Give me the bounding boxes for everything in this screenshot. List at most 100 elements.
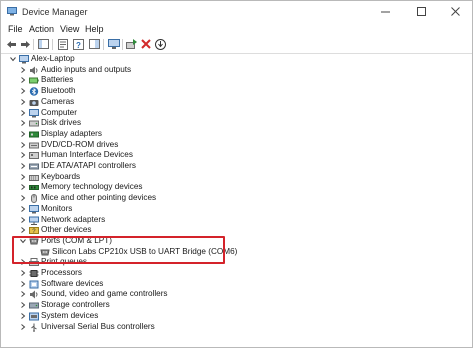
tree-category-row[interactable]: Batteries bbox=[1, 75, 472, 86]
battery-icon bbox=[29, 77, 39, 84]
tree-category-row[interactable]: Human Interface Devices bbox=[1, 150, 472, 161]
vertical-scrollbar[interactable] bbox=[461, 54, 470, 339]
tree-category-row[interactable]: System devices bbox=[1, 311, 472, 322]
menu-action[interactable]: Action bbox=[29, 24, 54, 34]
computer-icon bbox=[19, 55, 29, 64]
menu-view[interactable]: View bbox=[60, 24, 79, 34]
tree-category-label: Batteries bbox=[41, 75, 74, 85]
expand-chevron-icon[interactable] bbox=[20, 184, 26, 191]
show-hide-console-tree-button[interactable] bbox=[37, 38, 49, 50]
highlight-annotation-box bbox=[12, 236, 225, 264]
window-title: Device Manager bbox=[22, 7, 88, 17]
disable-device-button[interactable] bbox=[140, 38, 152, 50]
tree-category-row[interactable]: Sound, video and game controllers bbox=[1, 289, 472, 300]
expand-chevron-icon[interactable] bbox=[20, 109, 26, 116]
monitor-icon bbox=[108, 38, 120, 49]
device-manager-app-icon bbox=[7, 7, 17, 16]
tree-category-row[interactable]: Keyboards bbox=[1, 172, 472, 183]
expand-chevron-icon[interactable] bbox=[20, 88, 26, 94]
collapse-chevron-icon[interactable] bbox=[10, 56, 16, 62]
expand-chevron-icon[interactable] bbox=[20, 163, 26, 169]
properties-button[interactable] bbox=[57, 38, 69, 50]
tree-category-row[interactable]: Universal Serial Bus controllers bbox=[1, 322, 472, 333]
tree-category-row[interactable]: Processors bbox=[1, 268, 472, 279]
expand-chevron-icon[interactable] bbox=[20, 120, 26, 127]
tree-category-row[interactable]: Display adapters bbox=[1, 129, 472, 140]
expand-chevron-icon[interactable] bbox=[20, 270, 26, 276]
tree-category-row[interactable]: Software devices bbox=[1, 279, 472, 290]
expand-chevron-icon[interactable] bbox=[20, 141, 26, 148]
bluetooth-icon bbox=[29, 87, 39, 96]
tree-category-label: Sound, video and game controllers bbox=[41, 289, 168, 299]
device-manager-window: Device Manager File Action View Help ? A… bbox=[0, 0, 473, 348]
expand-chevron-icon[interactable] bbox=[20, 173, 26, 180]
tree-category-row[interactable]: Computer bbox=[1, 108, 472, 119]
monitor-button[interactable] bbox=[108, 38, 120, 50]
expand-chevron-icon[interactable] bbox=[20, 312, 26, 319]
tree-category-label: Keyboards bbox=[41, 171, 81, 181]
tree-category-row[interactable]: Audio inputs and outputs bbox=[1, 65, 472, 76]
usb-icon bbox=[31, 323, 37, 332]
expand-chevron-icon[interactable] bbox=[20, 77, 26, 84]
back-icon bbox=[6, 40, 16, 48]
expand-chevron-icon[interactable] bbox=[20, 323, 26, 330]
display-adapter-icon bbox=[29, 131, 39, 138]
expand-chevron-icon[interactable] bbox=[20, 131, 26, 137]
horizontal-scrollbar[interactable] bbox=[1, 337, 472, 347]
expand-chevron-icon[interactable] bbox=[20, 152, 26, 159]
menu-bar: File Action View Help bbox=[1, 23, 472, 37]
update-driver-button[interactable] bbox=[126, 38, 138, 50]
toolbar-separator bbox=[33, 39, 34, 50]
help-button[interactable]: ? bbox=[72, 38, 84, 50]
minimize-icon bbox=[381, 11, 390, 13]
maximize-button[interactable] bbox=[408, 1, 436, 23]
close-button[interactable] bbox=[442, 1, 470, 23]
tree-category-row[interactable]: Cameras bbox=[1, 97, 472, 108]
forward-button[interactable] bbox=[19, 38, 31, 50]
action-pane-button[interactable] bbox=[88, 38, 100, 50]
minimize-button[interactable] bbox=[372, 1, 400, 23]
update-driver-icon bbox=[126, 38, 137, 49]
tree-category-row[interactable]: Monitors bbox=[1, 204, 472, 215]
tree-category-label: Universal Serial Bus controllers bbox=[41, 321, 155, 331]
back-button[interactable] bbox=[5, 38, 17, 50]
show-hide-console-tree-icon bbox=[37, 39, 49, 49]
expand-chevron-icon[interactable] bbox=[20, 216, 26, 223]
mouse-icon bbox=[31, 194, 37, 204]
tree-category-row[interactable]: Disk drives bbox=[1, 118, 472, 129]
tree-root-row[interactable]: Alex-Laptop bbox=[1, 54, 472, 65]
tree-category-label: Disk drives bbox=[41, 118, 82, 128]
tree-category-row[interactable]: Network adapters bbox=[1, 215, 472, 226]
hid-icon bbox=[29, 152, 39, 160]
uninstall-device-button[interactable] bbox=[154, 38, 166, 50]
tree-category-row[interactable]: Mice and other pointing devices bbox=[1, 193, 472, 204]
expand-chevron-icon[interactable] bbox=[20, 302, 26, 308]
keyboard-icon bbox=[29, 174, 39, 181]
storage-controller-icon bbox=[29, 302, 39, 309]
toolbar-separator bbox=[103, 39, 104, 50]
expand-chevron-icon[interactable] bbox=[20, 195, 26, 201]
tree-category-label: Cameras bbox=[41, 96, 75, 106]
expand-chevron-icon[interactable] bbox=[20, 66, 26, 73]
expand-chevron-icon[interactable] bbox=[20, 280, 26, 287]
tree-category-label: Storage controllers bbox=[41, 300, 110, 310]
tree-category-row[interactable]: Storage controllers bbox=[1, 300, 472, 311]
tree-category-row[interactable]: ? Other devices bbox=[1, 225, 472, 236]
svg-text:?: ? bbox=[76, 41, 81, 50]
menu-help[interactable]: Help bbox=[85, 24, 104, 34]
toolbar-separator bbox=[52, 39, 53, 50]
expand-chevron-icon[interactable] bbox=[20, 291, 26, 298]
expand-chevron-icon[interactable] bbox=[20, 205, 26, 212]
download-circle-icon bbox=[154, 38, 166, 50]
tree-category-row[interactable]: Bluetooth bbox=[1, 86, 472, 97]
device-tree: Alex-Laptop Audio inputs and outputs Batt… bbox=[1, 54, 472, 339]
expand-chevron-icon[interactable] bbox=[20, 227, 26, 234]
tree-category-row[interactable]: IDE ATA/ATAPI controllers bbox=[1, 161, 472, 172]
memory-icon bbox=[29, 185, 39, 191]
tree-category-label: Mice and other pointing devices bbox=[41, 193, 157, 203]
tree-category-row[interactable]: Memory technology devices bbox=[1, 182, 472, 193]
expand-chevron-icon[interactable] bbox=[20, 98, 26, 105]
menu-file[interactable]: File bbox=[8, 24, 23, 34]
tree-category-row[interactable]: DVD/CD-ROM drives bbox=[1, 140, 472, 151]
title-bar: Device Manager bbox=[1, 1, 472, 23]
